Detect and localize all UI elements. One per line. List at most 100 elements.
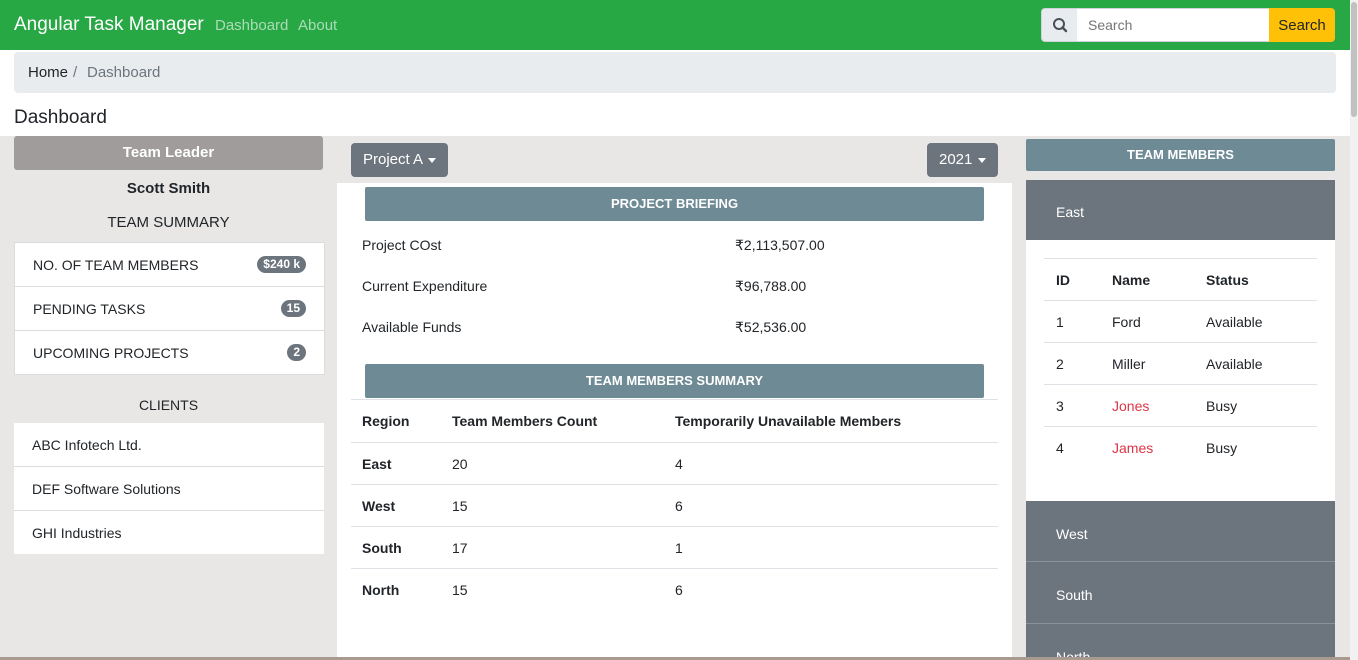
search-input[interactable]: [1077, 8, 1279, 42]
summary-item-upcoming-projects: UPCOMING PROJECTS 2: [15, 331, 324, 374]
table-row: 1 Ford Available: [1044, 300, 1317, 343]
count-cell: 17: [441, 526, 664, 569]
clients-title: CLIENTS: [138, 397, 199, 413]
column-header-unavailable: Temporarily Unavailable Members: [664, 399, 998, 443]
team-members-table: ID Name Status 1 Ford Available 2 Miller…: [1044, 258, 1317, 468]
project-dropdown-label: Project A: [363, 151, 424, 168]
briefing-value: ₹96,788.00: [735, 278, 807, 294]
table-row: East 20 4: [351, 442, 998, 485]
member-name: Miller: [1100, 342, 1194, 385]
client-name: ABC Infotech Ltd.: [32, 437, 142, 453]
member-name: Ford: [1100, 300, 1194, 343]
accordion-region-label: East: [1056, 204, 1085, 220]
search-button[interactable]: Search: [1269, 8, 1335, 42]
unavailable-cell: 6: [675, 581, 683, 598]
briefing-value: ₹2,113,507.00: [735, 237, 825, 253]
region-cell: West: [351, 484, 441, 527]
column-header-id: ID: [1044, 258, 1100, 301]
column-header-status: Status: [1194, 258, 1317, 301]
team-leader-header: Team Leader: [14, 136, 323, 170]
search-icon: [1053, 18, 1068, 33]
breadcrumb: Home / Dashboard: [14, 52, 1336, 93]
client-name: DEF Software Solutions: [32, 481, 181, 497]
summary-badge: 15: [280, 300, 306, 317]
unavailable-cell: 4: [664, 442, 998, 485]
team-summary-title: TEAM SUMMARY: [107, 214, 230, 231]
nav-link-dashboard[interactable]: Dashboard: [215, 17, 288, 34]
column-header-name: Name: [1100, 258, 1194, 301]
region-cell: North: [362, 581, 400, 598]
member-name: Jones: [1100, 384, 1194, 427]
table-row: South 17 1: [351, 526, 998, 569]
member-id: 3: [1044, 384, 1100, 427]
search-addon: [1041, 8, 1079, 42]
summary-badge: 2: [287, 344, 306, 361]
year-dropdown[interactable]: 2021: [927, 143, 998, 177]
client-list: ABC Infotech Ltd. DEF Software Solutions…: [14, 423, 324, 554]
count-cell: 20: [441, 442, 664, 485]
member-status: Busy: [1194, 384, 1317, 427]
summary-label: PENDING TASKS: [33, 301, 146, 317]
region-cell: East: [351, 442, 441, 485]
nav-link-about[interactable]: About: [298, 17, 337, 34]
summary-label: UPCOMING PROJECTS: [33, 345, 189, 361]
unavailable-cell: 6: [664, 484, 998, 527]
accordion-body-east: ID Name Status 1 Ford Available 2 Miller…: [1026, 240, 1335, 501]
page-title: Dashboard: [14, 107, 107, 128]
table-row: West 15 6: [351, 484, 998, 527]
accordion-region-north[interactable]: North: [1026, 624, 1335, 660]
scrollbar-thumb[interactable]: [1351, 2, 1357, 117]
member-id: 2: [1044, 342, 1100, 385]
client-name: GHI Industries: [32, 525, 122, 541]
chevron-down-icon: [428, 158, 436, 163]
summary-item-pending-tasks: PENDING TASKS 15: [15, 287, 324, 331]
team-summary-list: NO. OF TEAM MEMBERS $240 k PENDING TASKS…: [14, 242, 325, 375]
summary-badge: $240 k: [257, 256, 306, 273]
accordion-region-south[interactable]: South: [1026, 562, 1335, 624]
table-row: 4 James Busy: [1044, 427, 1317, 469]
briefing-label: Available Funds: [362, 319, 462, 335]
table-row: 2 Miller Available: [1044, 342, 1317, 385]
client-item[interactable]: DEF Software Solutions: [14, 467, 324, 511]
briefing-label: Project COst: [362, 237, 442, 253]
member-id: 1: [1044, 300, 1100, 343]
project-briefing-header: PROJECT BRIEFING: [365, 187, 984, 221]
navbar: Angular Task Manager Dashboard About Sea…: [0, 0, 1350, 50]
breadcrumb-separator: /: [73, 64, 78, 81]
accordion-region-label: West: [1056, 526, 1088, 542]
summary-item-team-members: NO. OF TEAM MEMBERS $240 k: [15, 243, 324, 287]
column-header-region: Region: [351, 399, 441, 443]
briefing-value: ₹52,536.00: [735, 319, 807, 335]
region-cell: South: [351, 526, 441, 569]
member-name: James: [1112, 439, 1154, 456]
unavailable-cell: 1: [664, 526, 998, 569]
column-header-count: Team Members Count: [441, 399, 664, 443]
table-header-row: ID Name Status: [1044, 258, 1317, 301]
accordion-region-label: South: [1056, 587, 1093, 603]
member-status: Busy: [1206, 439, 1238, 456]
member-id: 4: [1056, 439, 1064, 456]
team-members-summary-table: Region Team Members Count Temporarily Un…: [351, 399, 998, 610]
member-status: Available: [1194, 300, 1317, 343]
table-header-row: Region Team Members Count Temporarily Un…: [351, 399, 998, 443]
team-members-summary-header: TEAM MEMBERS SUMMARY: [365, 364, 984, 398]
count-cell: 15: [441, 484, 664, 527]
accordion-region-west[interactable]: West: [1026, 501, 1335, 562]
summary-label: NO. OF TEAM MEMBERS: [33, 257, 199, 273]
table-row: 3 Jones Busy: [1044, 384, 1317, 427]
team-members-header: TEAM MEMBERS: [1026, 139, 1335, 171]
accordion-region-east[interactable]: East: [1026, 180, 1335, 240]
count-cell: 15: [452, 581, 468, 598]
breadcrumb-home[interactable]: Home: [28, 64, 68, 81]
client-item[interactable]: ABC Infotech Ltd.: [14, 423, 324, 467]
client-item[interactable]: GHI Industries: [14, 511, 324, 554]
breadcrumb-current: Dashboard: [87, 64, 161, 81]
table-row: North 15 6: [351, 569, 998, 611]
project-dropdown[interactable]: Project A: [351, 143, 448, 177]
chevron-down-icon: [978, 158, 986, 163]
briefing-label: Current Expenditure: [362, 278, 488, 294]
year-dropdown-label: 2021: [939, 151, 973, 168]
member-status: Available: [1194, 342, 1317, 385]
team-leader-name: Scott Smith: [126, 180, 211, 197]
navbar-brand[interactable]: Angular Task Manager: [14, 14, 204, 36]
